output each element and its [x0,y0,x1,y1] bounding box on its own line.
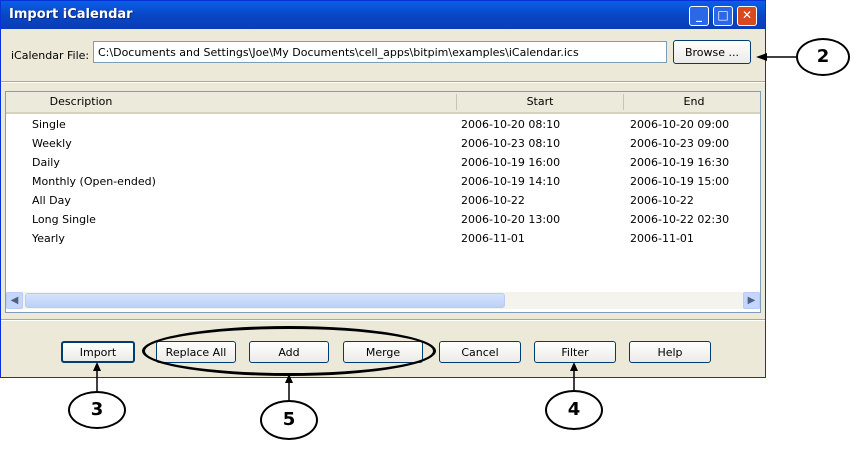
cell-description: Long Single [32,213,96,226]
cell-start: 2006-10-22 [461,194,525,207]
cell-description: Monthly (Open-ended) [32,175,156,188]
cell-start: 2006-11-01 [461,232,525,245]
table-row[interactable]: Single 2006-10-20 08:10 2006-10-20 09:00 [6,115,760,134]
column-header-end[interactable]: End [624,95,760,108]
table-row[interactable]: Yearly 2006-11-01 2006-11-01 [6,229,760,248]
maximize-button[interactable]: □ [713,6,733,26]
events-list[interactable]: Description Start End Single 2006-10-20 … [5,91,761,313]
table-row[interactable]: Weekly 2006-10-23 08:10 2006-10-23 09:00 [6,134,760,153]
cancel-button[interactable]: Cancel [439,341,521,363]
cell-end: 2006-11-01 [630,232,694,245]
cell-end: 2006-10-23 09:00 [630,137,730,150]
cell-start: 2006-10-19 16:00 [461,156,561,169]
cell-end: 2006-10-20 09:00 [630,118,730,131]
cell-description: Yearly [32,232,65,245]
minimize-button[interactable]: _ [689,6,709,26]
callout-3: 3 [68,391,126,429]
title-bar[interactable]: Import iCalendar _ □ ✕ [1,1,765,29]
cell-description: Single [32,118,66,131]
table-row[interactable]: All Day 2006-10-22 2006-10-22 [6,191,760,210]
cell-start: 2006-10-23 08:10 [461,137,561,150]
horizontal-scrollbar[interactable]: ◀ ▶ [6,292,760,309]
window-title: Import iCalendar [9,7,133,22]
cell-end: 2006-10-19 16:30 [630,156,730,169]
cell-end: 2006-10-19 15:00 [630,175,730,188]
cell-description: Daily [32,156,60,169]
callout-4: 4 [545,390,603,430]
import-icalendar-dialog: Import iCalendar _ □ ✕ iCalendar File: B… [0,0,766,378]
table-row[interactable]: Monthly (Open-ended) 2006-10-19 14:10 20… [6,172,760,191]
filter-button[interactable]: Filter [534,341,616,363]
cell-start: 2006-10-19 14:10 [461,175,561,188]
divider [1,319,765,321]
close-button[interactable]: ✕ [737,6,757,26]
group-highlight-ellipse [142,326,436,376]
cell-start: 2006-10-20 08:10 [461,118,561,131]
table-row[interactable]: Long Single 2006-10-20 13:00 2006-10-22 … [6,210,760,229]
cell-start: 2006-10-20 13:00 [461,213,561,226]
browse-button[interactable]: Browse ... [673,40,751,64]
icalendar-file-label: iCalendar File: [11,49,90,62]
scroll-right-icon[interactable]: ▶ [743,292,760,309]
column-header-description[interactable]: Description [6,95,156,108]
scroll-left-icon[interactable]: ◀ [6,292,23,309]
column-header-start[interactable]: Start [457,95,623,108]
import-button[interactable]: Import [61,341,135,363]
list-header: Description Start End [6,92,760,114]
icalendar-file-input[interactable] [93,41,667,63]
cell-description: Weekly [32,137,72,150]
help-button[interactable]: Help [629,341,711,363]
callout-5: 5 [260,400,318,440]
cell-end: 2006-10-22 [630,194,694,207]
callout-2: 2 [796,38,850,76]
file-row: iCalendar File: Browse ... [1,36,765,76]
cell-description: All Day [32,194,71,207]
table-row[interactable]: Daily 2006-10-19 16:00 2006-10-19 16:30 [6,153,760,172]
divider [1,81,765,83]
cell-end: 2006-10-22 02:30 [630,213,730,226]
scrollbar-thumb[interactable] [25,293,505,308]
